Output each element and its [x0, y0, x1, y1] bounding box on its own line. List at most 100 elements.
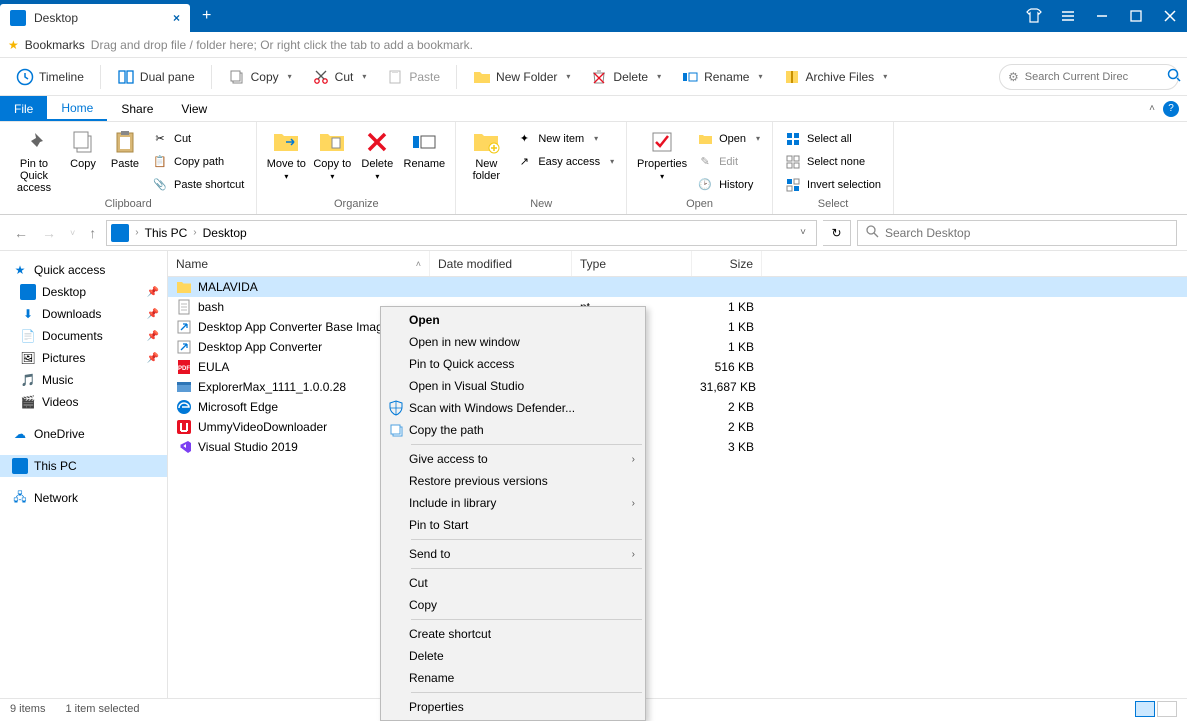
up-button[interactable]: ↑ — [85, 225, 100, 241]
ctx-open-new-window[interactable]: Open in new window — [383, 331, 643, 353]
sidebar-videos[interactable]: 🎬Videos — [0, 391, 167, 413]
help-icon[interactable]: ? — [1163, 101, 1179, 117]
ribbon-paste-button[interactable]: Paste — [104, 124, 146, 170]
file-row[interactable]: PDFEULA516 KB — [168, 357, 1187, 377]
ctx-copy[interactable]: Copy — [383, 594, 643, 616]
timeline-button[interactable]: Timeline — [8, 63, 92, 91]
file-row[interactable]: Microsoft Edge2 KB — [168, 397, 1187, 417]
paste-button[interactable]: Paste — [378, 63, 448, 91]
selectall-button[interactable]: Select all — [779, 128, 887, 149]
sidebar-desktop[interactable]: Desktop📌 — [0, 281, 167, 303]
chevron-down-icon[interactable]: ▾ — [362, 72, 366, 81]
breadcrumb-thispc[interactable]: This PC — [145, 226, 188, 240]
ctx-pin-start[interactable]: Pin to Start — [383, 514, 643, 536]
hamburger-icon[interactable] — [1051, 0, 1085, 32]
copy-button[interactable]: Copy ▾ — [220, 63, 300, 91]
properties-button[interactable]: Properties▾ — [633, 124, 691, 181]
header-name[interactable]: Name˄ — [168, 251, 430, 276]
close-tab-icon[interactable]: × — [173, 11, 180, 25]
header-type[interactable]: Type — [572, 251, 692, 276]
toolbar-search[interactable]: ⚙ — [999, 64, 1179, 90]
tab-home[interactable]: Home — [47, 96, 107, 121]
breadcrumb[interactable]: › This PC › Desktop ˅ — [106, 220, 817, 246]
rename-button[interactable]: Rename ▾ — [673, 63, 770, 91]
add-tab-button[interactable]: + — [190, 7, 223, 25]
search-icon[interactable] — [1167, 68, 1181, 85]
sidebar-thispc[interactable]: This PC — [0, 455, 167, 477]
selectnone-button[interactable]: Select none — [779, 151, 887, 172]
ctx-copy-path[interactable]: Copy the path — [383, 419, 643, 441]
sidebar-downloads[interactable]: ⬇Downloads📌 — [0, 303, 167, 325]
ctx-restore-versions[interactable]: Restore previous versions — [383, 470, 643, 492]
sidebar-onedrive[interactable]: ☁OneDrive — [0, 423, 167, 445]
ctx-pin-quick[interactable]: Pin to Quick access — [383, 353, 643, 375]
file-row[interactable]: ExplorerMax_1111_1.0.0.2831,687 KB — [168, 377, 1187, 397]
minimize-button[interactable] — [1085, 0, 1119, 32]
ctx-rename[interactable]: Rename — [383, 667, 643, 689]
ctx-cut[interactable]: Cut — [383, 572, 643, 594]
chevron-down-icon[interactable]: ▾ — [288, 72, 292, 81]
sidebar-documents[interactable]: 📄Documents📌 — [0, 325, 167, 347]
copyto-button[interactable]: Copy to▾ — [309, 124, 355, 181]
search-input[interactable] — [885, 226, 1168, 240]
view-icons-button[interactable] — [1157, 701, 1177, 717]
dualpane-button[interactable]: Dual pane — [109, 63, 203, 91]
invertselection-button[interactable]: Invert selection — [779, 174, 887, 195]
sidebar-pictures[interactable]: 🖼Pictures📌 — [0, 347, 167, 369]
ribbon-rename-button[interactable]: Rename — [399, 124, 449, 170]
ctx-delete[interactable]: Delete — [383, 645, 643, 667]
moveto-button[interactable]: Move to▾ — [263, 124, 309, 181]
chevron-down-icon[interactable]: ▾ — [883, 72, 887, 81]
ctx-send-to[interactable]: Send to› — [383, 543, 643, 565]
file-row[interactable]: Visual Studio 20193 KB — [168, 437, 1187, 457]
file-row[interactable]: Desktop App Converter Base Imagrtcut1 KB — [168, 317, 1187, 337]
ribbon-edit-button[interactable]: ✎Edit — [691, 151, 766, 172]
ctx-give-access[interactable]: Give access to› — [383, 448, 643, 470]
tab-view[interactable]: View — [167, 96, 221, 121]
breadcrumb-desktop[interactable]: Desktop — [203, 226, 247, 240]
chevron-right-icon[interactable]: › — [131, 227, 142, 238]
back-button[interactable]: ← — [10, 225, 32, 241]
newfolder-button[interactable]: New Folder ▾ — [465, 63, 578, 91]
gear-icon[interactable]: ⚙ — [1008, 70, 1019, 84]
ribbon-pasteshortcut-button[interactable]: 📎Paste shortcut — [146, 174, 250, 195]
search-box[interactable] — [857, 220, 1177, 246]
chevron-down-icon[interactable]: ˅ — [794, 227, 812, 238]
header-size[interactable]: Size — [692, 251, 762, 276]
header-date[interactable]: Date modified — [430, 251, 572, 276]
archive-button[interactable]: Archive Files ▾ — [775, 63, 896, 91]
easyaccess-button[interactable]: ↗Easy access▾ — [510, 151, 620, 172]
close-button[interactable] — [1153, 0, 1187, 32]
forward-button[interactable]: → — [38, 225, 60, 241]
ribbon-copy-button[interactable]: Copy — [62, 124, 104, 170]
sidebar-music[interactable]: 🎵Music — [0, 369, 167, 391]
refresh-button[interactable]: ↻ — [823, 220, 851, 246]
ctx-open[interactable]: Open — [383, 309, 643, 331]
ctx-properties[interactable]: Properties — [383, 696, 643, 718]
tab-desktop[interactable]: Desktop × — [0, 4, 190, 32]
file-row[interactable]: bashnt1 KB — [168, 297, 1187, 317]
ribbon-newfolder-button[interactable]: New folder — [462, 124, 510, 182]
ribbon-cut-button[interactable]: ✂Cut — [146, 128, 250, 149]
file-row[interactable]: MALAVIDA — [168, 277, 1187, 297]
ribbon-history-button[interactable]: 🕑History — [691, 174, 766, 195]
maximize-button[interactable] — [1119, 0, 1153, 32]
ctx-create-shortcut[interactable]: Create shortcut — [383, 623, 643, 645]
ribbon-open-button[interactable]: Open▾ — [691, 128, 766, 149]
tab-share[interactable]: Share — [107, 96, 167, 121]
toolbar-search-input[interactable] — [1025, 71, 1167, 83]
chevron-down-icon[interactable]: ▾ — [566, 72, 570, 81]
ctx-scan-defender[interactable]: Scan with Windows Defender... — [383, 397, 643, 419]
chevron-down-icon[interactable]: ▾ — [758, 72, 762, 81]
shirt-icon[interactable] — [1017, 0, 1051, 32]
delete-button[interactable]: Delete ▾ — [582, 63, 669, 91]
tab-file[interactable]: File — [0, 96, 47, 121]
recent-dropdown[interactable]: ˅ — [66, 228, 79, 238]
ribbon-delete-button[interactable]: Delete▾ — [355, 124, 399, 181]
ribbon-copypath-button[interactable]: 📋Copy path — [146, 151, 250, 172]
chevron-right-icon[interactable]: › — [189, 227, 200, 238]
view-details-button[interactable] — [1135, 701, 1155, 717]
collapse-ribbon-icon[interactable]: ˄ — [1149, 103, 1155, 114]
sidebar-quick-access[interactable]: ★Quick access — [0, 259, 167, 281]
ctx-open-vs[interactable]: Open in Visual Studio — [383, 375, 643, 397]
